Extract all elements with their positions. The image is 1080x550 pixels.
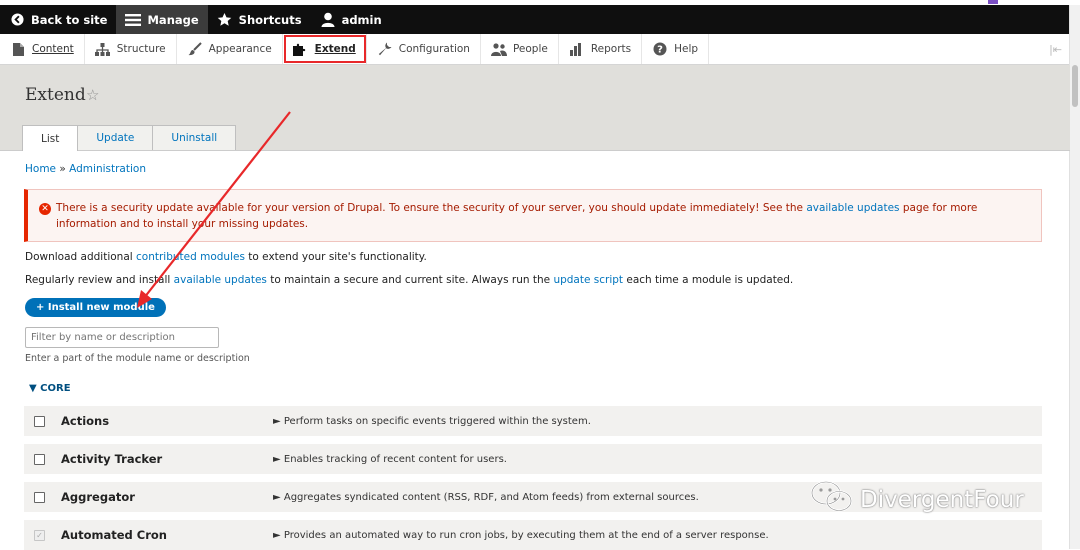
page-title: Extend [25,85,86,105]
tray-item-configuration[interactable]: Configuration [367,34,481,64]
tray-item-structure[interactable]: Structure [85,34,177,64]
primary-tabs: List Update Uninstall [22,125,237,151]
intro-paragraph-2: Regularly review and install available u… [25,274,793,286]
tray-label: Reports [590,43,632,55]
available-updates-link-2[interactable]: available updates [174,274,267,286]
module-checkbox-disabled: ✓ [34,529,45,541]
p2-mid: to maintain a secure and current site. A… [266,274,554,286]
wechat-icon [810,480,854,520]
module-description[interactable]: ► Enables tracking of recent content for… [273,454,507,465]
tray-label: Help [674,43,699,55]
module-name[interactable]: Automated Cron [61,528,167,542]
module-checkbox[interactable] [34,415,45,427]
filter-description: Enter a part of the module name or descr… [25,353,250,364]
wrench-icon [377,41,393,57]
tray-label: Configuration [398,43,470,55]
help-icon: ? [652,41,668,57]
people-icon [490,41,507,57]
module-name[interactable]: Actions [61,414,109,428]
tray-label: Appearance [208,43,272,55]
error-icon: ✕ [39,203,51,215]
document-icon [10,41,26,57]
page-header: Extend ☆ List Update Uninstall [0,65,1070,151]
module-checkbox[interactable] [34,491,45,503]
contributed-modules-link[interactable]: contributed modules [136,251,245,263]
tray-item-appearance[interactable]: Appearance [177,34,283,64]
module-row-actions: Actions ► Perform tasks on specific even… [24,406,1042,436]
tray-item-content[interactable]: Content [0,34,85,64]
back-to-site-label: Back to site [31,12,108,27]
module-checkbox[interactable] [34,453,45,465]
tray-label: Content [32,43,74,55]
paintbrush-icon [187,41,203,57]
tray-label: Structure [116,43,166,55]
shortcut-star-icon[interactable]: ☆ [86,86,99,104]
install-new-module-button[interactable]: + Install new module [25,298,166,317]
watermark: DivergentFour [810,480,1024,520]
shortcuts-label: Shortcuts [238,12,302,27]
module-row-automated-cron: ✓ Automated Cron ► Provides an automated… [24,520,1042,550]
module-description[interactable]: ► Perform tasks on specific events trigg… [273,416,591,427]
shortcuts-toggle[interactable]: Shortcuts [208,5,311,34]
user-toggle[interactable]: admin [311,5,391,34]
admin-tray: Content Structure Appearance Extend Conf… [0,34,1070,65]
breadcrumb: Home » Administration [25,163,146,175]
security-alert: ✕ There is a security update available f… [24,189,1042,242]
intro-paragraph-1: Download additional contributed modules … [25,251,427,263]
collapse-tray-icon[interactable]: |⇤ [1049,43,1062,56]
module-name[interactable]: Aggregator [61,490,135,504]
alert-text-before: There is a security update available for… [56,202,807,214]
tray-label: Extend [314,43,356,55]
scrollbar-thumb[interactable] [1072,65,1078,107]
breadcrumb-home[interactable]: Home [25,163,56,175]
back-to-site-link[interactable]: Back to site [0,5,116,34]
breadcrumb-administration[interactable]: Administration [69,163,146,175]
accent-mark [988,0,998,4]
p2-before: Regularly review and install [25,274,174,286]
hamburger-icon [125,12,142,28]
tray-item-extend[interactable]: Extend [283,34,367,64]
scrollbar[interactable] [1069,5,1080,549]
module-filter-input[interactable] [25,327,219,348]
puzzle-icon [293,41,309,57]
core-section-toggle[interactable]: ▼ CORE [29,383,71,394]
tray-item-people[interactable]: People [481,34,559,64]
manage-label: Manage [147,12,199,27]
tray-item-help[interactable]: ? Help [642,34,710,64]
admin-toolbar: Back to site Manage Shortcuts admin [0,5,1070,34]
user-icon [320,12,336,28]
bar-chart-icon [569,41,585,57]
breadcrumb-separator: » [59,163,66,175]
p1-before: Download additional [25,251,137,263]
alert-text: There is a security update available for… [56,200,1026,232]
tab-uninstall[interactable]: Uninstall [152,125,237,150]
module-description[interactable]: ► Aggregates syndicated content (RSS, RD… [273,492,699,503]
tab-update[interactable]: Update [77,125,154,150]
module-row-activity-tracker: Activity Tracker ► Enables tracking of r… [24,444,1042,474]
svg-text:?: ? [657,45,663,56]
star-icon [217,12,233,28]
tray-item-reports[interactable]: Reports [559,34,643,64]
tray-label: People [512,43,548,55]
manage-toggle[interactable]: Manage [116,5,208,34]
p1-after: to extend your site's functionality. [244,251,427,263]
user-label: admin [341,12,382,27]
tab-list[interactable]: List [22,125,79,151]
update-script-link[interactable]: update script [553,274,623,286]
sitemap-icon [95,41,111,57]
module-name[interactable]: Activity Tracker [61,452,162,466]
chevron-left-circle-icon [9,12,25,28]
available-updates-link[interactable]: available updates [806,202,899,214]
watermark-text: DivergentFour [860,487,1024,513]
module-description[interactable]: ► Provides an automated way to run cron … [273,530,769,541]
p2-after: each time a module is updated. [623,274,794,286]
